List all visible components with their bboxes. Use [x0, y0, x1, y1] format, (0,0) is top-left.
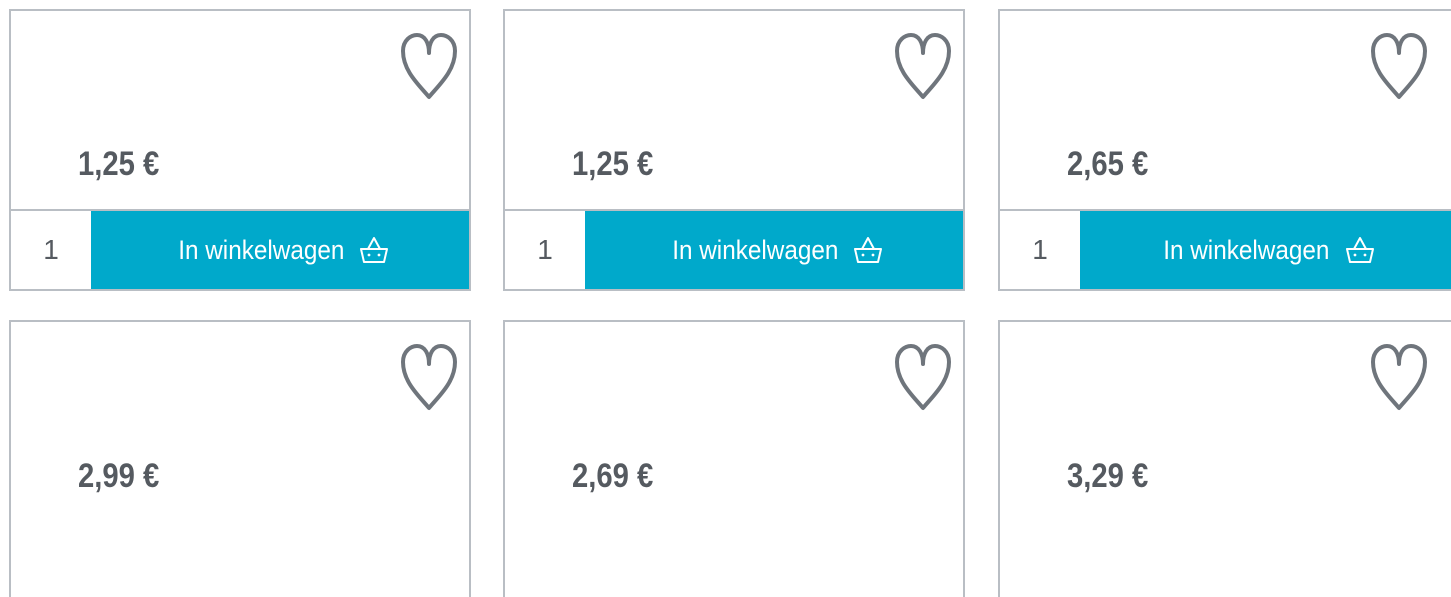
add-to-cart-button[interactable]: In winkelwagen: [91, 211, 469, 289]
basket-icon: [851, 234, 885, 266]
add-to-cart-label: In winkelwagen: [671, 234, 839, 265]
product-price: 1,25 €: [572, 145, 654, 183]
product-card[interactable]: 2,65 € 1 In winkelwagen: [998, 9, 1451, 291]
product-price: 3,29 €: [1067, 457, 1149, 495]
heart-icon[interactable]: [397, 31, 461, 103]
product-card[interactable]: 1,25 € 1 In winkelwagen: [503, 9, 965, 291]
add-to-cart-row: 1 In winkelwagen: [505, 209, 963, 289]
product-price: 2,65 €: [1067, 145, 1149, 183]
basket-icon: [1343, 234, 1377, 266]
add-to-cart-row: 1 In winkelwagen: [1000, 209, 1451, 289]
add-to-cart-button[interactable]: In winkelwagen: [1080, 211, 1451, 289]
product-card[interactable]: 2,99 €: [9, 320, 471, 597]
product-card[interactable]: 2,69 €: [503, 320, 965, 597]
add-to-cart-label: In winkelwagen: [1163, 234, 1330, 265]
quantity-field[interactable]: 1: [11, 211, 91, 289]
heart-icon[interactable]: [891, 31, 955, 103]
product-price: 1,25 €: [78, 145, 160, 183]
product-card[interactable]: 1,25 € 1 In winkelwagen: [9, 9, 471, 291]
quantity-field[interactable]: 1: [1000, 211, 1080, 289]
heart-icon[interactable]: [1367, 342, 1431, 414]
quantity-field[interactable]: 1: [505, 211, 585, 289]
add-to-cart-row: 1 In winkelwagen: [11, 209, 469, 289]
heart-icon[interactable]: [891, 342, 955, 414]
product-price: 2,99 €: [78, 457, 160, 495]
product-grid: 1,25 € 1 In winkelwagen 1,25 € 1 In wink…: [0, 0, 1451, 597]
product-card[interactable]: 3,29 €: [998, 320, 1451, 597]
heart-icon[interactable]: [1367, 31, 1431, 103]
basket-icon: [357, 234, 391, 266]
heart-icon[interactable]: [397, 342, 461, 414]
add-to-cart-label: In winkelwagen: [177, 234, 345, 265]
add-to-cart-button[interactable]: In winkelwagen: [585, 211, 963, 289]
product-price: 2,69 €: [572, 457, 654, 495]
